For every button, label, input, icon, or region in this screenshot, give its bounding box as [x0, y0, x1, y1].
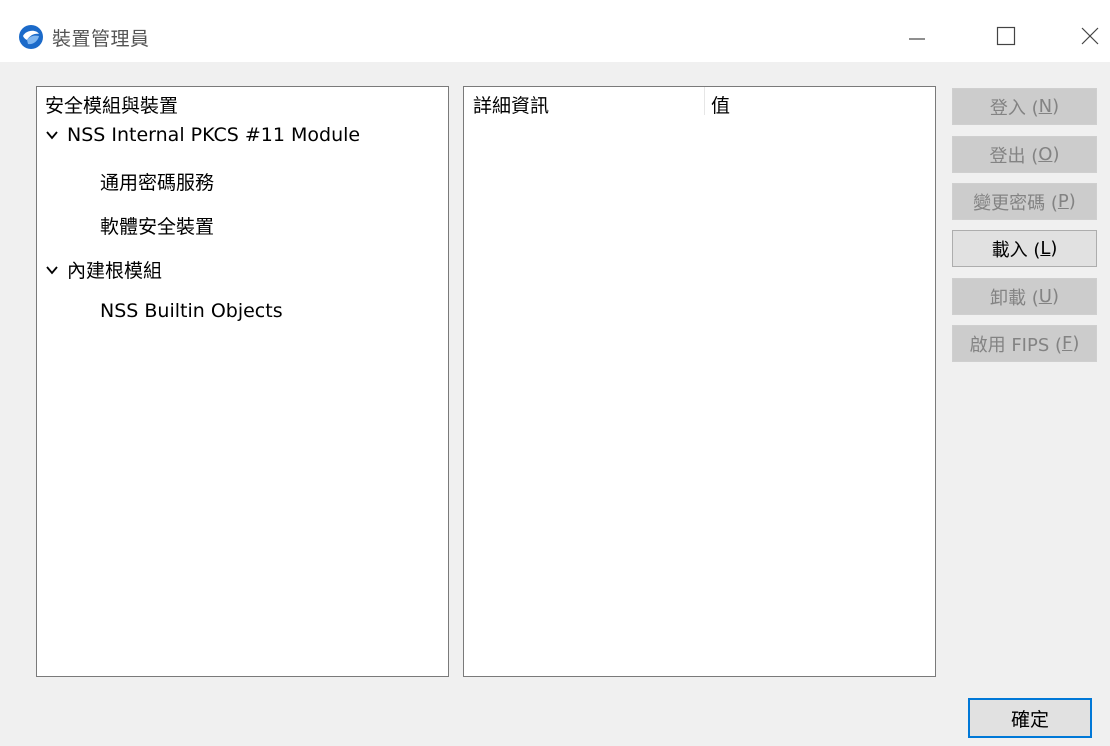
maximize-icon	[996, 26, 1016, 46]
button-label-tail: )	[1051, 286, 1059, 307]
column-header-value[interactable]: 值	[711, 91, 730, 118]
accelerator-key: O	[1038, 144, 1053, 165]
button-label-tail: )	[1050, 238, 1058, 259]
accelerator-key: P	[1057, 191, 1069, 212]
tree-node-software-security-device[interactable]: 軟體安全裝置	[100, 212, 214, 239]
unload-button[interactable]: 卸載 (U)	[952, 278, 1097, 315]
tree-node-label: 通用密碼服務	[100, 172, 215, 194]
logout-button[interactable]: 登出 (O)	[952, 136, 1097, 173]
title-bar: 裝置管理員	[0, 0, 1110, 62]
accelerator-key: U	[1038, 286, 1052, 307]
ok-button[interactable]: 確定	[968, 698, 1092, 738]
load-button[interactable]: 載入 (L)	[952, 230, 1097, 267]
tree-node-label: NSS Internal PKCS #11 Module	[67, 124, 361, 146]
details-list[interactable]: 詳細資訊 值	[463, 86, 936, 677]
button-label-tail: )	[1052, 96, 1060, 117]
chevron-down-icon[interactable]	[45, 263, 59, 277]
close-icon	[1081, 27, 1099, 45]
button-label-tail: )	[1052, 144, 1060, 165]
chevron-down-icon[interactable]	[45, 128, 59, 142]
tree-node-label: 內建根模組	[67, 260, 163, 282]
change-password-button[interactable]: 變更密碼 (P)	[952, 183, 1097, 220]
tree-node-nss-internal-module[interactable]: NSS Internal PKCS #11 Module	[45, 124, 360, 146]
button-label: 變更密碼 (	[973, 192, 1058, 214]
tree-column-header[interactable]: 安全模組與裝置	[45, 91, 178, 118]
button-label: 載入 (	[991, 239, 1041, 261]
enable-fips-button[interactable]: 啟用 FIPS (F)	[952, 325, 1097, 362]
dialog-body: 安全模組與裝置 NSS Internal PKCS #11 Module 通用密…	[0, 62, 1110, 746]
minimize-button[interactable]	[887, 10, 947, 62]
column-divider[interactable]	[704, 87, 705, 115]
thunderbird-icon	[19, 25, 43, 49]
tree-node-label: 軟體安全裝置	[100, 216, 215, 238]
button-label: 卸載 (	[990, 287, 1039, 309]
tree-node-generic-crypto-services[interactable]: 通用密碼服務	[100, 168, 214, 195]
button-label: 登入 (	[989, 97, 1039, 119]
button-label-tail: )	[1072, 333, 1080, 354]
column-header-details[interactable]: 詳細資訊	[473, 91, 549, 118]
button-label-tail: )	[1068, 191, 1076, 212]
accelerator-key: F	[1062, 333, 1073, 354]
accelerator-key: N	[1038, 96, 1053, 117]
tree-node-builtin-roots-module[interactable]: 內建根模組	[45, 256, 162, 283]
security-modules-tree[interactable]: 安全模組與裝置 NSS Internal PKCS #11 Module 通用密…	[36, 86, 449, 677]
window-title: 裝置管理員	[52, 28, 150, 50]
tree-node-label: NSS Builtin Objects	[100, 300, 283, 322]
tree-node-nss-builtin-objects[interactable]: NSS Builtin Objects	[100, 300, 283, 322]
button-label: 登出 (	[989, 145, 1039, 167]
login-button[interactable]: 登入 (N)	[952, 88, 1097, 125]
button-label: 確定	[1010, 708, 1049, 731]
minimize-icon	[909, 38, 925, 40]
maximize-button[interactable]	[976, 10, 1036, 62]
button-label: 啟用 FIPS (	[969, 334, 1063, 356]
close-button[interactable]	[1060, 10, 1110, 62]
accelerator-key: L	[1040, 238, 1051, 259]
